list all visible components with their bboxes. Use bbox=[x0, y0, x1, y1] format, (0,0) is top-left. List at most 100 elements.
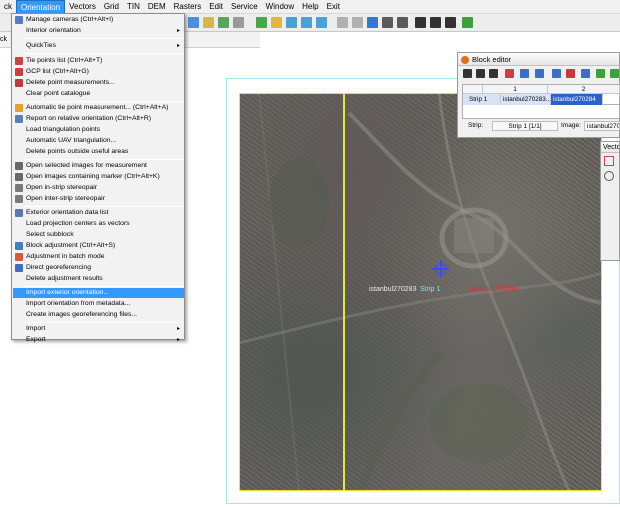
tool-icon[interactable] bbox=[463, 69, 472, 78]
column-header-1[interactable]: 1 bbox=[483, 85, 548, 94]
menu-separator bbox=[24, 206, 184, 207]
menu-item-delete-point-measurements[interactable]: Delete point measurements... bbox=[13, 78, 184, 88]
list-icon bbox=[15, 209, 23, 217]
menu-item-load-triangulation-points[interactable]: Load triangulation points bbox=[13, 125, 184, 135]
menu-item-load-projection-centers[interactable]: Load projection centers as vectors bbox=[13, 219, 184, 229]
tool-icon[interactable] bbox=[382, 17, 393, 28]
menu-tin[interactable]: TIN bbox=[123, 0, 144, 14]
menu-ck[interactable]: ck bbox=[0, 0, 16, 14]
tool-icon[interactable] bbox=[218, 17, 229, 28]
menu-item-import[interactable]: Import ▸ bbox=[13, 324, 184, 334]
vector-tool-icon[interactable] bbox=[604, 171, 614, 181]
menu-orientation[interactable]: Orientation bbox=[16, 0, 66, 14]
tool-icon[interactable] bbox=[535, 69, 544, 78]
menu-item-adjustment-batch[interactable]: Adjustment in batch mode bbox=[13, 252, 184, 262]
undo-icon[interactable] bbox=[337, 17, 348, 28]
menu-help[interactable]: Help bbox=[298, 0, 322, 14]
block-editor-table: 1 2 Strip 1 istanbul270283... istanbul27… bbox=[462, 84, 620, 105]
tool-icon[interactable] bbox=[256, 17, 267, 28]
menu-edit[interactable]: Edit bbox=[205, 0, 227, 14]
menu-separator bbox=[24, 159, 184, 160]
menu-item-delete-points-outside[interactable]: Delete points outside useful areas bbox=[13, 147, 184, 157]
right-image-label: istanbul270284 bbox=[470, 286, 518, 293]
tool-icon[interactable] bbox=[271, 17, 282, 28]
block-editor-empty-area bbox=[462, 105, 620, 119]
menu-item-delete-adjustment-results[interactable]: Delete adjustment results bbox=[13, 274, 184, 284]
image-frame-left bbox=[239, 93, 344, 491]
tool-icon[interactable] bbox=[188, 17, 199, 28]
column-header-2[interactable]: 2 bbox=[548, 85, 620, 94]
tool-icon[interactable] bbox=[581, 69, 590, 78]
menu-rasters[interactable]: Rasters bbox=[170, 0, 206, 14]
tool-icon[interactable] bbox=[415, 17, 426, 28]
menu-separator bbox=[24, 322, 184, 323]
block-editor-icon bbox=[461, 56, 469, 64]
tool-icon[interactable] bbox=[316, 17, 327, 28]
tool-icon[interactable] bbox=[566, 69, 575, 78]
menu-window[interactable]: Window bbox=[262, 0, 298, 14]
tool-icon[interactable] bbox=[610, 69, 619, 78]
menu-item-open-inter-strip[interactable]: Open inter-strip stereopair bbox=[13, 194, 184, 204]
tool-icon[interactable] bbox=[505, 69, 514, 78]
status-image-label: Image: bbox=[561, 122, 581, 129]
strip-row-header[interactable]: Strip 1 bbox=[463, 94, 501, 105]
vector-panel-title[interactable]: Vecto bbox=[601, 142, 619, 153]
menu-item-exterior-orientation-list[interactable]: Exterior orientation data list bbox=[13, 208, 184, 218]
menu-exit[interactable]: Exit bbox=[323, 0, 344, 14]
open-images-icon bbox=[15, 162, 23, 170]
menu-item-open-in-strip[interactable]: Open in-strip stereopair bbox=[13, 183, 184, 193]
strip-label: Strip 1 bbox=[420, 286, 441, 293]
block-editor-titlebar[interactable]: Block editor bbox=[458, 53, 619, 66]
tool-icon[interactable] bbox=[301, 17, 312, 28]
menu-item-clear-point-catalogue[interactable]: Clear point catalogue bbox=[13, 89, 184, 99]
vector-tool-icon[interactable] bbox=[604, 156, 614, 166]
image-cell-selected[interactable]: istanbul270284 bbox=[551, 94, 603, 105]
menu-item-interior-orientation[interactable]: Interior orientation ▸ bbox=[13, 26, 184, 36]
tool-icon[interactable] bbox=[552, 69, 561, 78]
camera-icon bbox=[15, 16, 23, 24]
tool-icon[interactable] bbox=[397, 17, 408, 28]
menu-item-export[interactable]: Export ▸ bbox=[13, 335, 184, 343]
tool-icon[interactable] bbox=[445, 17, 456, 28]
orientation-menu: Manage cameras (Ctrl+Alt+I) Interior ori… bbox=[11, 13, 185, 343]
status-image-value: istanbul27028 bbox=[584, 121, 620, 131]
tool-icon[interactable] bbox=[367, 17, 378, 28]
image-cell[interactable]: istanbul270283... bbox=[501, 94, 551, 105]
menu-item-gcp-list[interactable]: GCP list (Ctrl+Alt+G) bbox=[13, 67, 184, 77]
menu-item-create-georef-files[interactable]: Create images georeferencing files... bbox=[13, 310, 184, 320]
redo-icon[interactable] bbox=[352, 17, 363, 28]
tool-icon[interactable] bbox=[476, 69, 485, 78]
grid-icon[interactable] bbox=[520, 69, 529, 78]
menu-vectors[interactable]: Vectors bbox=[65, 0, 100, 14]
tool-icon[interactable] bbox=[286, 17, 297, 28]
menu-item-select-subblock[interactable]: Select subblock bbox=[13, 230, 184, 240]
menu-item-direct-georeferencing[interactable]: Direct georeferencing bbox=[13, 263, 184, 273]
status-strip-value: Strip 1 [1/1] bbox=[492, 121, 558, 131]
adjustment-icon bbox=[15, 242, 23, 250]
menu-item-auto-tie-point[interactable]: Automatic tie point measurement... (Ctrl… bbox=[13, 103, 184, 113]
tool-icon[interactable] bbox=[233, 17, 244, 28]
menu-item-block-adjustment[interactable]: Block adjustment (Ctrl+Alt+S) bbox=[13, 241, 184, 251]
menu-item-quickties[interactable]: QuickTies ▸ bbox=[13, 41, 184, 51]
menu-item-open-images-marker[interactable]: Open images containing marker (Ctrl+Alt+… bbox=[13, 172, 184, 182]
menu-item-import-orientation-metadata[interactable]: Import orientation from metadata... bbox=[13, 299, 184, 309]
tool-icon[interactable] bbox=[430, 17, 441, 28]
block-editor-toolbar bbox=[458, 67, 620, 81]
tool-icon[interactable] bbox=[462, 17, 473, 28]
projection-center-marker[interactable] bbox=[432, 260, 449, 277]
tool-icon[interactable] bbox=[596, 69, 605, 78]
left-image-label: istanbul270283 bbox=[369, 286, 417, 293]
menu-dem[interactable]: DEM bbox=[144, 0, 170, 14]
binoculars-icon[interactable] bbox=[489, 69, 498, 78]
menu-service[interactable]: Service bbox=[227, 0, 262, 14]
menu-separator bbox=[24, 101, 184, 102]
menu-item-manage-cameras[interactable]: Manage cameras (Ctrl+Alt+I) bbox=[13, 15, 184, 25]
menu-item-auto-uav-triangulation[interactable]: Automatic UAV triangulation... bbox=[13, 136, 184, 146]
menu-grid[interactable]: Grid bbox=[100, 0, 123, 14]
menu-item-import-exterior-orientation[interactable]: Import exterior orientation... bbox=[13, 288, 184, 298]
tool-icon[interactable] bbox=[203, 17, 214, 28]
submenu-arrow-icon: ▸ bbox=[176, 326, 180, 332]
menu-item-tie-points-list[interactable]: Tie points list (Ctrl+Alt+T) bbox=[13, 56, 184, 66]
menu-item-report-relative-orientation[interactable]: Report on relative orientation (Ctrl+Alt… bbox=[13, 114, 184, 124]
menu-item-open-selected-images[interactable]: Open selected images for measurement bbox=[13, 161, 184, 171]
